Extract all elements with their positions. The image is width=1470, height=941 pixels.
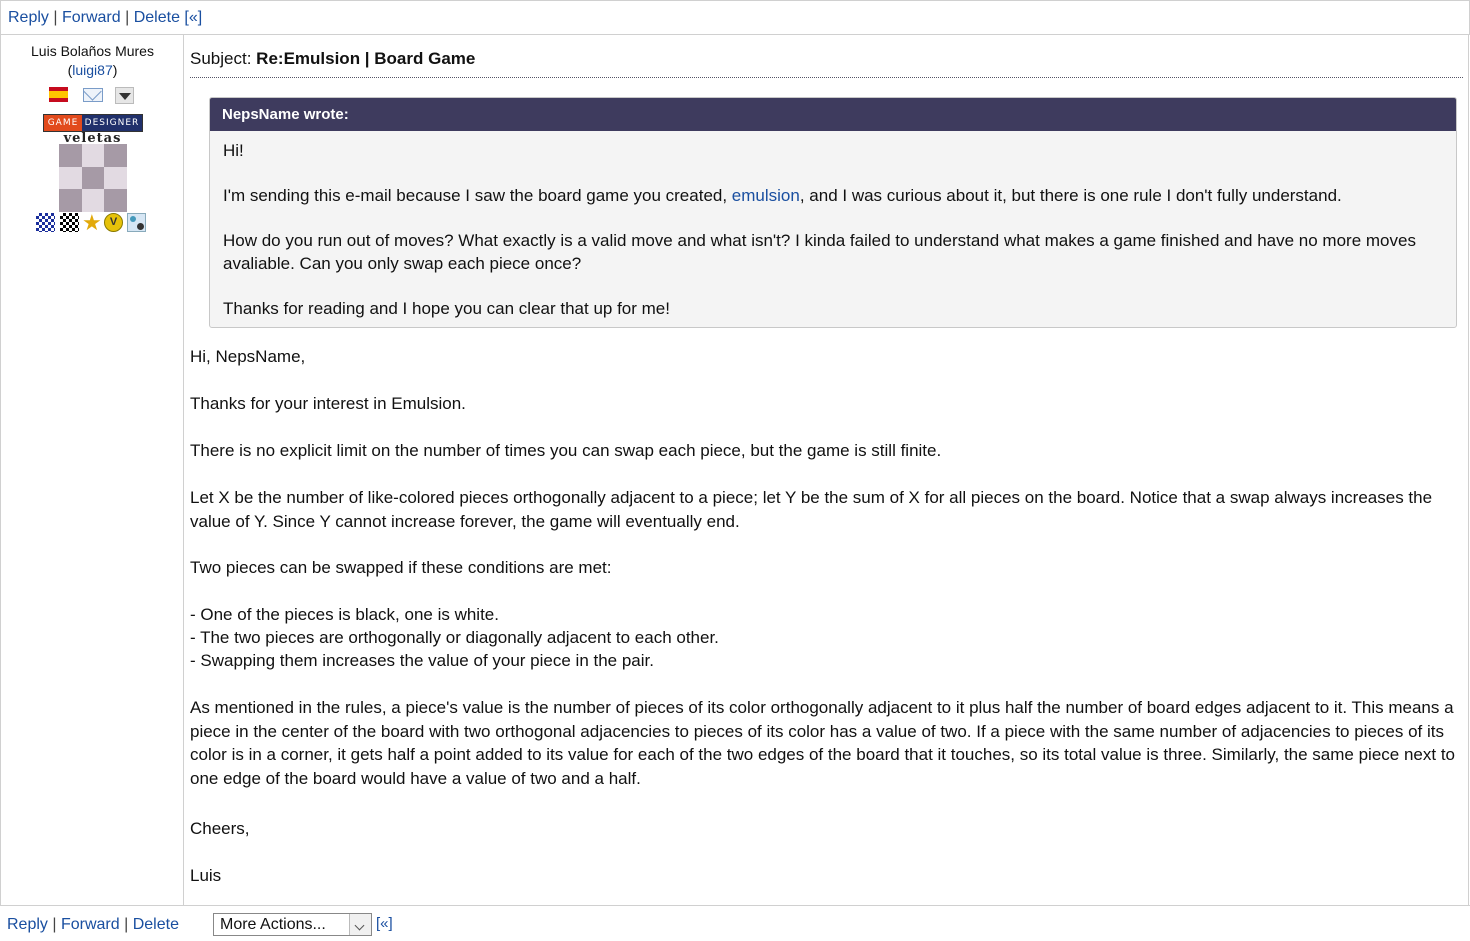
game-designer-badge: GAME DESIGNER [43, 114, 143, 132]
chevron-down-icon[interactable] [349, 914, 371, 935]
mail-icon[interactable] [83, 88, 103, 102]
subject-divider [190, 77, 1463, 78]
go-stones-badge-icon[interactable] [127, 213, 146, 232]
closing: Cheers, [190, 819, 250, 838]
collapse-toggle[interactable]: [«] [184, 9, 202, 26]
separator: | [53, 9, 58, 26]
bullet-item: - The two pieces are orthogonally or dia… [190, 628, 719, 647]
star-badge-icon[interactable]: ★ [82, 212, 102, 234]
bullet-item: - One of the pieces is black, one is whi… [190, 605, 499, 624]
quote-author: NepsName wrote: [210, 98, 1456, 131]
blue-checker-badge-icon[interactable] [36, 213, 55, 232]
spain-flag-icon [49, 87, 68, 102]
collapse-toggle[interactable]: [«] [376, 915, 393, 932]
body-paragraph: As mentioned in the rules, a piece's val… [190, 698, 1455, 788]
signature: Luis [190, 866, 222, 885]
quote-paragraph: I'm sending this e-mail because I saw th… [223, 184, 1443, 207]
subject-line: Subject: Re:Emulsion | Board Game [190, 49, 475, 69]
body-paragraph: Two pieces can be swapped if these condi… [190, 558, 612, 577]
top-action-bar: Reply | Forward | Delete [«] [0, 0, 1470, 35]
body-paragraph: Let X be the number of like-colored piec… [190, 488, 1433, 531]
black-checker-badge-icon[interactable] [60, 213, 79, 232]
reply-link[interactable]: Reply [8, 9, 49, 26]
sender-handle-link[interactable]: luigi87 [72, 62, 112, 78]
body-paragraph: Thanks for your interest in Emulsion. [190, 394, 466, 413]
quote-block: NepsName wrote: Hi! I'm sending this e-m… [209, 97, 1457, 328]
reply-link[interactable]: Reply [7, 916, 48, 933]
avatar [59, 144, 127, 212]
greeting: Hi, NepsName, [190, 347, 306, 366]
subject-value: Re:Emulsion | Board Game [256, 49, 476, 68]
quote-text: I'm sending this e-mail because I saw th… [223, 186, 732, 205]
sender-name: Luis Bolaños Mures [31, 43, 154, 59]
delete-link[interactable]: Delete [134, 9, 180, 26]
v-medal-badge-icon[interactable]: V [104, 213, 123, 232]
sender-handle-wrapper: (luigi87) [67, 62, 118, 78]
sender-panel: Luis Bolaños Mures (luigi87) GAME DESIGN… [0, 35, 184, 905]
subject-label: Subject: [190, 49, 252, 68]
quote-paragraph: Hi! [223, 141, 244, 160]
quote-paragraph: How do you run out of moves? What exactl… [223, 231, 1416, 273]
delete-link[interactable]: Delete [133, 916, 179, 933]
more-actions-value: More Actions... [220, 916, 326, 933]
forward-link[interactable]: Forward [62, 9, 121, 26]
quote-body: Hi! I'm sending this e-mail because I sa… [210, 131, 1456, 320]
body-paragraph: There is no explicit limit on the number… [190, 441, 942, 460]
quote-text: , and I was curious about it, but there … [799, 186, 1342, 205]
badge-right-text: DESIGNER [82, 115, 142, 131]
right-border [1468, 35, 1469, 905]
separator: | [125, 9, 130, 26]
emulsion-link[interactable]: emulsion [732, 186, 800, 205]
separator: | [52, 916, 57, 933]
dropdown-icon[interactable] [115, 87, 134, 104]
separator: | [124, 916, 129, 933]
bullet-item: - Swapping them increases the value of y… [190, 651, 654, 670]
forward-link[interactable]: Forward [61, 916, 120, 933]
badge-left-text: GAME [44, 115, 82, 131]
more-actions-select[interactable]: More Actions... [213, 913, 372, 936]
quote-paragraph: Thanks for reading and I hope you can cl… [223, 299, 670, 318]
